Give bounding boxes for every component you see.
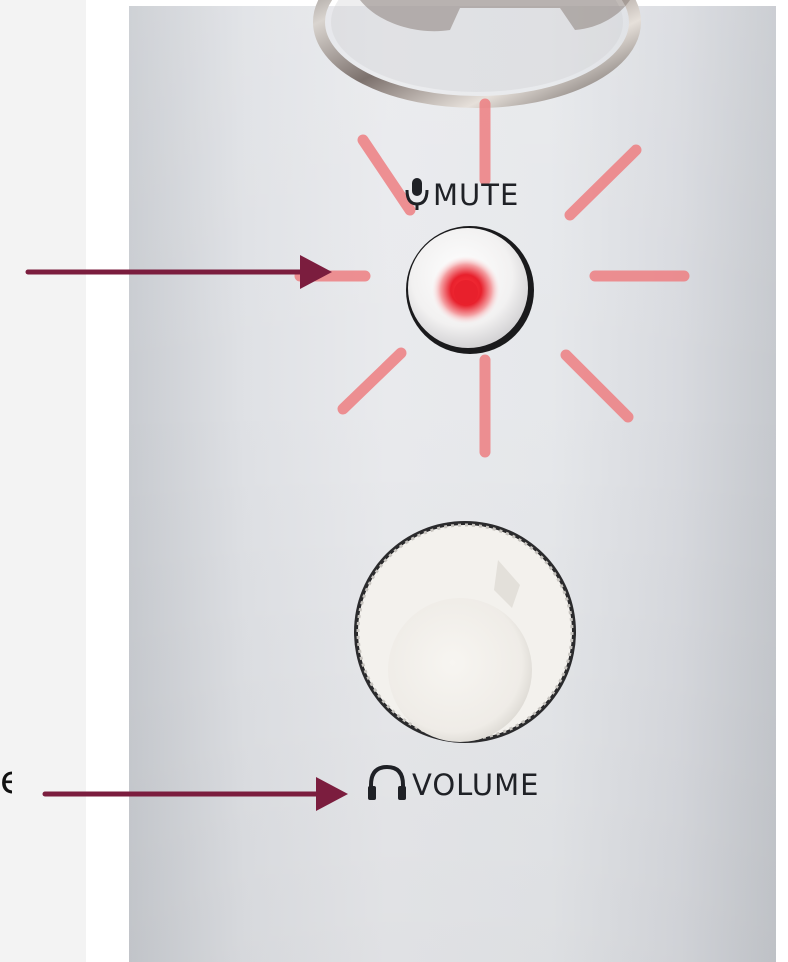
volume-knob [354, 521, 576, 743]
headphones-icon [368, 764, 406, 800]
logo-badge [313, 0, 641, 108]
mute-label: MUTE [433, 178, 520, 212]
annotated-photo: e MUTE VOLUME [0, 0, 788, 962]
mute-button [406, 226, 534, 354]
right-arrow-icon [25, 255, 332, 289]
mute-led [454, 280, 478, 304]
right-arrow-icon [42, 777, 348, 811]
photo-overlay [25, 0, 690, 811]
volume-label: VOLUME [412, 768, 540, 802]
